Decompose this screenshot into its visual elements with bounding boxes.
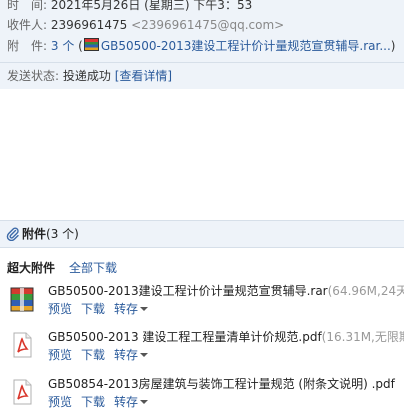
pdf-icon[interactable] bbox=[9, 378, 35, 406]
rar-archive-icon bbox=[83, 38, 99, 51]
attachment-filename[interactable]: GB50500-2013 建设工程工程量清单计价规范.pdf(16.31M,无限… bbox=[48, 328, 404, 345]
chevron-down-icon[interactable] bbox=[140, 400, 149, 404]
attachment-row: 附 件: 3 个 ( GB50500-2013建设工程计价计量规范宣贯辅导.rar… bbox=[7, 37, 395, 55]
download-all-link[interactable]: 全部下载 bbox=[69, 259, 117, 276]
time-label: 时 间: bbox=[7, 0, 48, 12]
large-attachments-label: 超大附件 bbox=[7, 261, 56, 275]
save-to-link[interactable]: 转存 bbox=[114, 302, 138, 316]
attachment-filename[interactable]: GB50854-2013房屋建筑与装饰工程计量规范 (附条文说明) .pdf bbox=[48, 375, 395, 392]
attachment-actions: 预览 下载 转存 bbox=[48, 346, 149, 363]
status-label: 发送状态: bbox=[7, 69, 60, 83]
recipient-name[interactable]: 2396961475 bbox=[51, 18, 127, 32]
pdf-icon[interactable] bbox=[9, 331, 35, 359]
attachment-paren-close: ) bbox=[390, 39, 396, 53]
attachments-title-text: 附件 bbox=[22, 227, 47, 241]
attachment-label: 附 件: bbox=[7, 39, 48, 53]
download-link[interactable]: 下载 bbox=[81, 395, 105, 409]
attachment-filename[interactable]: GB50500-2013建设工程计价计量规范宣贯辅导.rar(64.96M,24… bbox=[48, 282, 404, 299]
status-detail-link[interactable]: [查看详情] bbox=[115, 69, 172, 83]
attachment-paren-open: ( bbox=[78, 39, 83, 53]
download-link[interactable]: 下载 bbox=[81, 348, 105, 362]
preview-link[interactable]: 预览 bbox=[48, 348, 72, 362]
recipient-address: <2396961475@qq.com> bbox=[131, 18, 285, 32]
attachment-actions: 预览 下载 转存 bbox=[48, 300, 149, 317]
status-bar: 发送状态: 投递成功 [查看详情] bbox=[0, 62, 404, 89]
status-row: 发送状态: 投递成功 [查看详情] bbox=[7, 67, 172, 85]
rar-archive-icon[interactable] bbox=[9, 285, 35, 313]
attachments-count: (3 个) bbox=[46, 227, 79, 241]
preview-link[interactable]: 预览 bbox=[48, 395, 72, 409]
time-row: 时 间: 2021年5月26日 (星期三) 下午3：53 bbox=[7, 0, 252, 14]
recipient-row: 收件人: 2396961475 <2396961475@qq.com> bbox=[7, 16, 284, 34]
filename-text[interactable]: GB50500-2013 建设工程工程量清单计价规范.pdf bbox=[48, 330, 322, 344]
attachment-item: GB50500-2013 建设工程工程量清单计价规范.pdf(16.31M,无限… bbox=[0, 327, 404, 373]
attachment-count-link[interactable]: 3 个 bbox=[51, 39, 74, 53]
attachment-actions: 预览 下载 转存 bbox=[48, 393, 149, 410]
status-value: 投递成功 bbox=[62, 69, 111, 83]
attachment-item: GB50854-2013房屋建筑与装饰工程计量规范 (附条文说明) .pdf 预… bbox=[0, 374, 404, 420]
download-link[interactable]: 下载 bbox=[81, 302, 105, 316]
preview-link[interactable]: 预览 bbox=[48, 302, 72, 316]
attachment-item: GB50500-2013建设工程计价计量规范宣贯辅导.rar(64.96M,24… bbox=[0, 281, 404, 327]
time-value: 2021年5月26日 (星期三) 下午3：53 bbox=[50, 0, 253, 12]
paperclip-icon bbox=[6, 227, 19, 241]
attachment-preview-link[interactable]: GB50500-2013建设工程计价计量规范宣贯辅导.rar... bbox=[101, 39, 391, 53]
attachments-title: 附件(3 个) bbox=[22, 225, 79, 242]
file-meta: (16.31M,无限期 bbox=[321, 330, 404, 344]
file-meta: (64.96M,24天 bbox=[327, 284, 404, 298]
mail-header: 时 间: 2021年5月26日 (星期三) 下午3：53 收件人: 239696… bbox=[0, 0, 404, 89]
save-to-link[interactable]: 转存 bbox=[114, 395, 138, 409]
save-to-link[interactable]: 转存 bbox=[114, 348, 138, 362]
chevron-down-icon[interactable] bbox=[140, 353, 149, 357]
chevron-down-icon[interactable] bbox=[140, 307, 149, 311]
filename-text[interactable]: GB50500-2013建设工程计价计量规范宣贯辅导.rar bbox=[48, 284, 328, 298]
recipient-label: 收件人: bbox=[7, 18, 48, 32]
attachments-header: 附件(3 个) bbox=[0, 220, 404, 248]
filename-text[interactable]: GB50854-2013房屋建筑与装饰工程计量规范 (附条文说明) .pdf bbox=[48, 377, 395, 391]
